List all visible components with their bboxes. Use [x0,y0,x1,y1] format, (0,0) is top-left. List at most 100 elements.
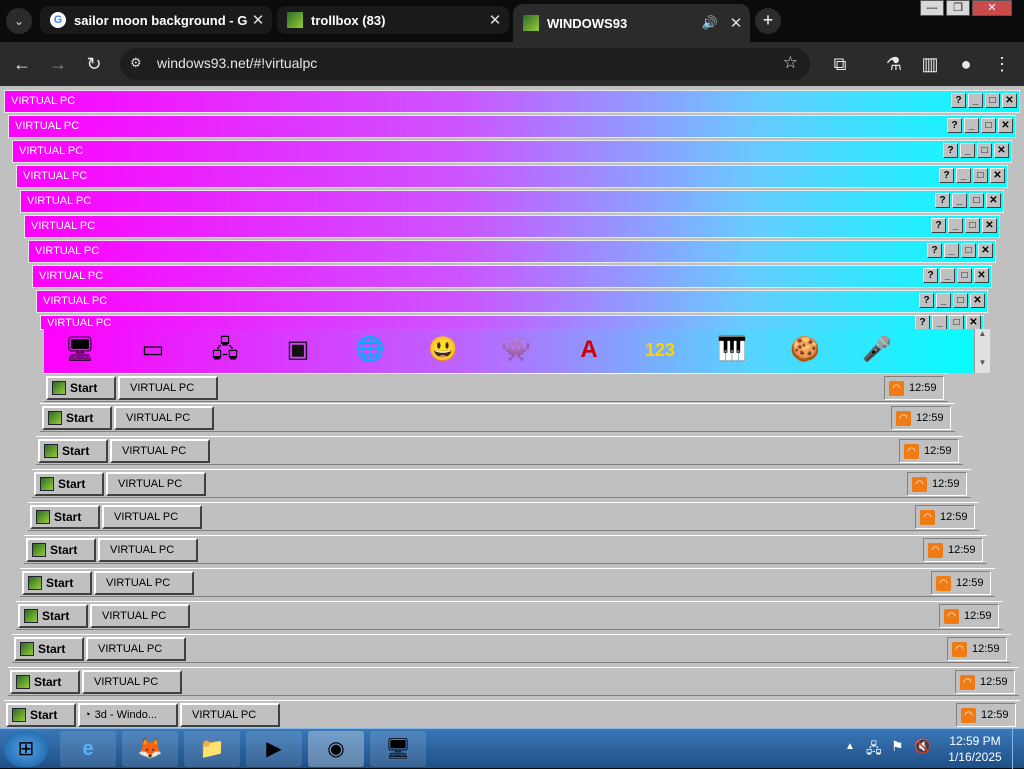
close-button[interactable]: ✕ [998,118,1013,133]
terminal-icon[interactable]: ▣ [280,333,316,367]
help-button[interactable]: ? [943,143,958,158]
taskbar-window-button[interactable]: VIRTUAL PC [90,604,190,628]
close-button[interactable]: ✕ [994,143,1009,158]
close-button[interactable]: ✕ [990,168,1005,183]
remote-desktop-icon[interactable]: 🖥 [370,731,426,767]
close-button[interactable]: ✕ [970,293,985,308]
start-button[interactable]: Start [18,604,88,628]
restore-window-button[interactable]: ❐ [946,0,970,16]
rss-feed-icon[interactable]: ◠ [936,575,951,591]
maximize-button[interactable]: □ [957,268,972,283]
virtual-pc-titlebar[interactable]: VIRTUAL PC? _ □ ✕ [4,90,1020,113]
internet-globe-icon[interactable]: 🌐 [352,333,388,367]
speaker-icon[interactable]: 🔊 [702,15,718,31]
start-button[interactable]: Start [38,439,108,463]
rss-feed-icon[interactable]: ◠ [896,410,911,426]
virtual-pc-titlebar[interactable]: VIRTUAL PC? _ □ ✕ [24,215,1000,238]
minimize-button[interactable]: _ [944,243,959,258]
taskbar-window-button[interactable]: VIRTUAL PC [82,670,182,694]
labs-flask-icon[interactable]: ⚗ [882,52,906,76]
action-center-flag-icon[interactable]: ⚑ [891,738,904,755]
help-button[interactable]: ? [927,243,942,258]
virtual-pc-titlebar[interactable]: VIRTUAL PC? _ □ ✕ [32,265,992,288]
help-button[interactable]: ? [919,293,934,308]
rss-feed-icon[interactable]: ◠ [928,542,943,558]
game-character-icon[interactable]: 👾 [498,333,534,367]
browser-tab[interactable]: trollbox (83) ✕ [277,6,509,34]
start-button[interactable]: Start [26,538,96,562]
help-button[interactable]: ? [947,118,962,133]
start-button[interactable]: Start [46,376,116,400]
maximize-button[interactable]: □ [973,168,988,183]
rss-feed-icon[interactable]: ◠ [960,674,975,690]
close-tab-icon[interactable]: ✕ [485,11,505,29]
rss-feed-icon[interactable]: ◠ [944,608,959,624]
start-button[interactable]: Start [42,406,112,430]
extensions-icon[interactable]: ⧉ [828,52,852,76]
maximize-button[interactable]: □ [985,93,1000,108]
rss-feed-icon[interactable]: ◠ [920,509,935,525]
scroll-down-arrow-icon[interactable]: ▼ [975,358,990,367]
maximize-button[interactable]: □ [977,143,992,158]
rss-feed-icon[interactable]: ◠ [904,443,919,459]
taskbar-window-button[interactable]: VIRTUAL PC [102,505,202,529]
minimize-button[interactable]: _ [948,218,963,233]
network-icon[interactable]: 🖧 [207,333,243,367]
minimize-button[interactable]: _ [968,93,983,108]
network-tray-icon[interactable]: 🖧 [866,738,882,762]
firefox-icon[interactable]: 🦊 [122,731,178,767]
virtual-pc-titlebar[interactable]: VIRTUAL PC? _ □ ✕ [16,165,1008,188]
new-tab-button[interactable]: + [755,8,781,34]
maximize-button[interactable]: □ [981,118,996,133]
virtual-pc-titlebar[interactable]: VIRTUAL PC? _ □ ✕ [40,315,984,330]
help-button[interactable]: ? [939,168,954,183]
taskbar-window-button[interactable]: VIRTUAL PC [106,472,206,496]
taskbar-window-button[interactable]: VIRTUAL PC [118,376,218,400]
rss-feed-icon[interactable]: ◠ [952,641,967,657]
minimize-button[interactable]: _ [952,193,967,208]
taskbar-window-button[interactable]: VIRTUAL PC [86,637,186,661]
virtual-pc-titlebar[interactable]: VIRTUAL PC? _ □ ✕ [20,190,1004,213]
help-button[interactable]: ? [935,193,950,208]
maximize-button[interactable]: □ [949,315,964,330]
rss-feed-icon[interactable]: ◠ [912,476,927,492]
start-button[interactable]: Start [34,472,104,496]
desktop-scrollbar[interactable]: ▲ ▼ [974,329,990,373]
close-button[interactable]: ✕ [1002,93,1017,108]
chat-smiley-icon[interactable]: 😃 [425,333,461,367]
minimize-button[interactable]: _ [956,168,971,183]
url-text[interactable]: windows93.net/#!virtualpc [157,55,317,71]
close-button[interactable]: ✕ [982,218,997,233]
browser-tab-active[interactable]: WINDOWS93 🔊 ✕ [513,4,750,42]
help-button[interactable]: ? [931,218,946,233]
rss-feed-icon[interactable]: ◠ [889,380,904,396]
side-panel-icon[interactable]: ▥ [918,52,942,76]
show-hidden-icons-arrow[interactable]: ▲ [845,741,855,752]
browser-tab[interactable]: G sailor moon background - Goo ✕ [40,6,272,34]
bookmark-star-icon[interactable]: ☆ [783,53,798,73]
close-button[interactable]: ✕ [974,268,989,283]
cookie-icon[interactable]: 🍪 [787,333,823,367]
tray-clock[interactable]: 12:59 PM 1/16/2025 [940,733,1010,765]
maximize-button[interactable]: □ [953,293,968,308]
font-a-icon[interactable]: A [571,333,607,367]
file-explorer-icon[interactable]: 📁 [184,731,240,767]
minimize-button[interactable]: _ [964,118,979,133]
minimize-button[interactable]: _ [936,293,951,308]
taskbar-window-button[interactable]: VIRTUAL PC [110,439,210,463]
taskbar-window-button[interactable]: VIRTUAL PC [94,571,194,595]
minimize-window-button[interactable]: — [920,0,944,16]
numbers-123-icon[interactable]: 123 [642,333,678,367]
rss-feed-icon[interactable]: ◠ [961,707,976,723]
piano-keys-icon[interactable]: 🎹 [714,333,750,367]
close-tab-icon[interactable]: ✕ [248,11,268,29]
minimize-button[interactable]: _ [960,143,975,158]
taskbar-window-button[interactable]: VIRTUAL PC [98,538,198,562]
start-button[interactable]: Start [10,670,80,694]
close-button[interactable]: ✕ [986,193,1001,208]
start-button[interactable]: Start [14,637,84,661]
minimize-button[interactable]: _ [932,315,947,330]
scroll-up-arrow-icon[interactable]: ▲ [975,329,990,338]
help-button[interactable]: ? [915,315,930,330]
back-icon[interactable]: ← [10,52,34,76]
